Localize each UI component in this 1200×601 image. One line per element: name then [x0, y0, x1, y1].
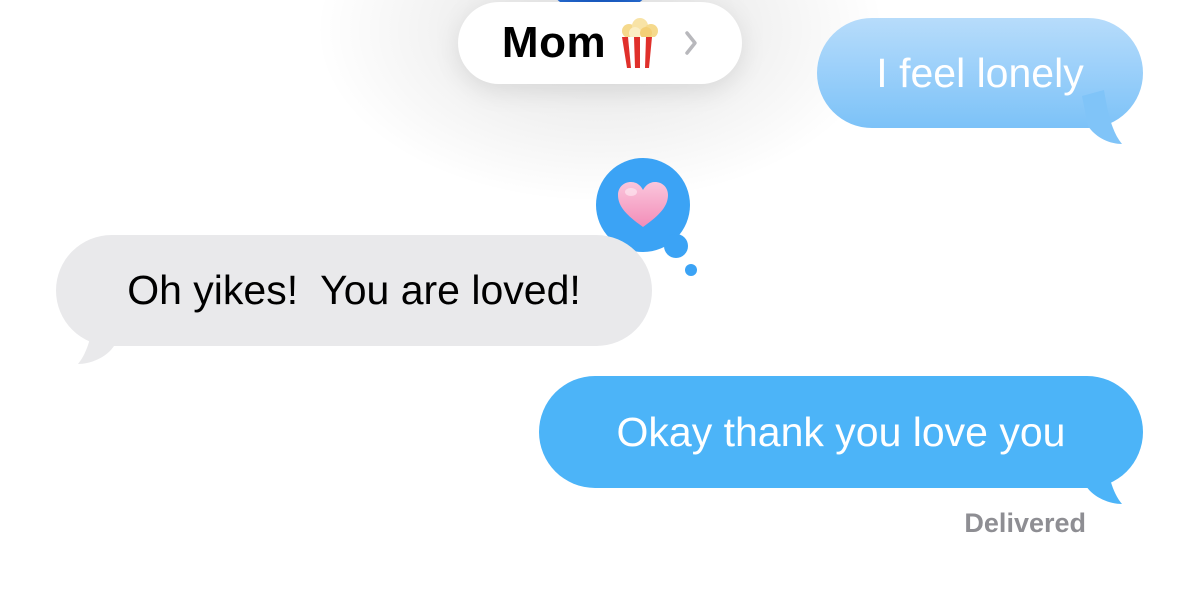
message-text: Oh yikes! You are loved! [127, 267, 581, 313]
message-bubble-outgoing[interactable]: Okay thank you love you [539, 376, 1143, 488]
outgoing-bubble-tail [1080, 450, 1122, 504]
outgoing-bubble-tail [1082, 90, 1122, 144]
delivery-status: Delivered [964, 508, 1086, 538]
message-bubble-incoming[interactable]: Oh yikes! You are loved! [56, 235, 652, 346]
message-text: I feel lonely [876, 49, 1084, 96]
contact-name: Mom [501, 18, 607, 67]
tapback-tail-small [685, 264, 697, 276]
tapback-tail-large [664, 234, 688, 258]
message-text: Okay thank you love you [616, 408, 1066, 455]
popcorn-icon [622, 18, 659, 68]
contact-header-button[interactable]: Mom [458, 2, 742, 84]
chevron-right-icon [685, 31, 697, 55]
incoming-bubble-tail [78, 308, 120, 364]
heart-icon [618, 182, 668, 227]
